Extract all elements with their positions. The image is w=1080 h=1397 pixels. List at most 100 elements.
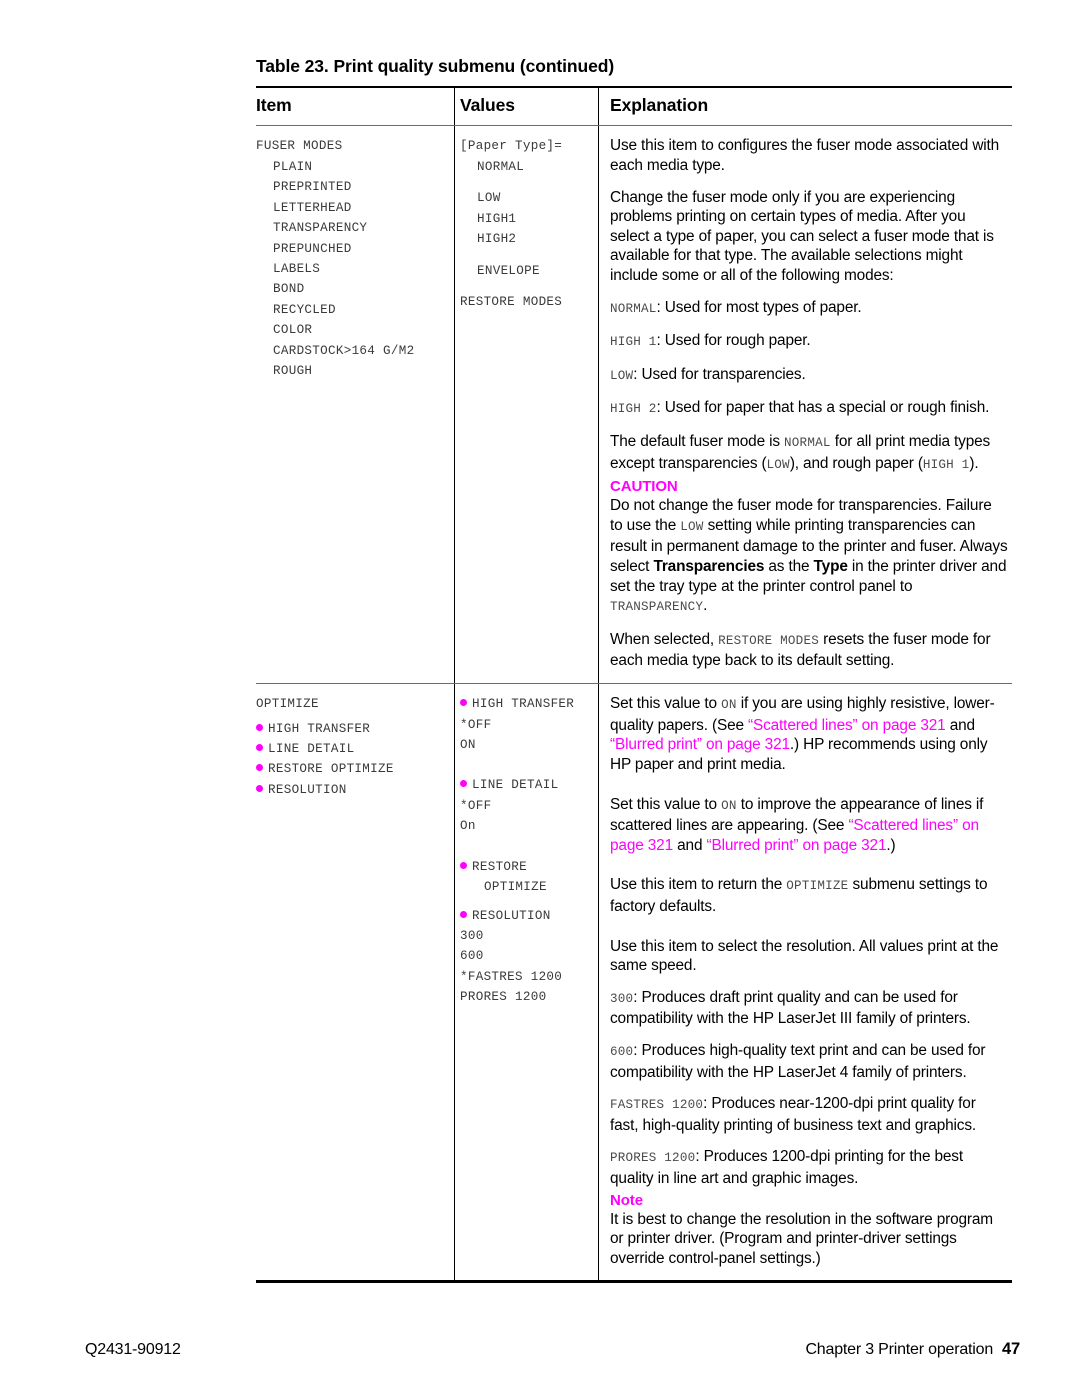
cell-explanation-fuser-modes: Use this item to configures the fuser mo…	[598, 136, 1012, 670]
line-detail-paragraph: Set this value to ON to improve the appe…	[610, 795, 1008, 856]
explanation-paragraph: Use this item to configures the fuser mo…	[610, 137, 1000, 175]
values-option: PRORES 1200	[460, 990, 547, 1005]
code-high1: HIGH 1	[610, 335, 657, 350]
values-bullet-label: LINE DETAIL	[472, 778, 559, 793]
values-option: HIGH1	[477, 211, 517, 226]
mode-normal-line: NORMAL: Used for most types of paper.	[610, 298, 1008, 320]
caution-text-c: as the	[764, 557, 814, 575]
item-option: LETTERHEAD	[273, 200, 352, 215]
table-row: OPTIMIZE HIGH TRANSFER LINE DETAIL RESTO…	[256, 684, 1012, 1281]
mode-low-line: LOW: Used for transparencies.	[610, 365, 1008, 387]
caution-bold-type: Type	[813, 557, 848, 575]
restore-optimize-paragraph: Use this item to return the OPTIMIZE sub…	[610, 875, 1008, 916]
link-blurred-print[interactable]: “Blurred print” on page 321	[610, 736, 790, 753]
table-header-row: Item Values Explanation	[256, 88, 1012, 126]
ro-text-a: Use this item to return the	[610, 876, 787, 894]
item-option: PREPUNCHED	[273, 241, 352, 256]
item-option: TRANSPARENCY	[273, 221, 368, 236]
header-explanation: Explanation	[610, 95, 709, 116]
table-row: FUSER MODES PLAIN PREPRINTED LETTERHEAD …	[256, 126, 1012, 683]
default-text-c: ), and rough paper (	[789, 454, 923, 472]
res-300-line: 300: Produces draft print quality and ca…	[610, 988, 1008, 1029]
res-fastres-line: FASTRES 1200: Produces near-1200-dpi pri…	[610, 1094, 1008, 1135]
code-high2: HIGH 2	[610, 402, 657, 417]
footer-part-number: Q2431-90912	[85, 1341, 181, 1358]
print-quality-submenu-table: Item Values Explanation FUSER MODES PLAI…	[256, 86, 1012, 1283]
default-mode-paragraph: The default fuser mode is NORMAL for all…	[610, 432, 1008, 475]
header-values: Values	[460, 95, 515, 116]
column-divider-2	[598, 88, 600, 126]
note-paragraph: It is best to change the resolution in t…	[610, 1210, 993, 1267]
code-fastres-1200: FASTRES 1200	[610, 1098, 704, 1113]
values-title: [Paper Type]=	[460, 139, 563, 154]
ld-text-d: .)	[886, 836, 896, 854]
code-caution-low: LOW	[680, 519, 704, 534]
values-bullet-row: HIGH TRANSFER	[460, 694, 592, 714]
values-option: LOW	[477, 191, 501, 206]
values-bullet-label: RESOLUTION	[472, 908, 551, 923]
code-default-normal: NORMAL	[784, 436, 831, 451]
link-scattered-lines[interactable]: “Scattered lines” on page 321	[748, 717, 946, 734]
ld-text-a: Set this value to	[610, 795, 722, 813]
mode-high1-text: : Used for rough paper.	[656, 332, 811, 350]
table-bottom-rule	[256, 1280, 1012, 1283]
values-restore-modes: RESTORE MODES	[460, 294, 563, 309]
item-bullet-row: RESOLUTION	[256, 780, 446, 800]
cell-values-fuser-modes: [Paper Type]= NORMAL LOW HIGH1 HIGH2 ENV…	[454, 136, 598, 670]
ht-text-c: and	[945, 716, 975, 734]
footer-chapter-group: Chapter 3 Printer operation 47	[805, 1340, 1020, 1359]
cell-item-fuser-modes: FUSER MODES PLAIN PREPRINTED LETTERHEAD …	[256, 136, 454, 670]
high-transfer-paragraph: Set this value to ON if you are using hi…	[610, 694, 1008, 774]
values-option: ENVELOPE	[477, 263, 540, 278]
item-bullet-row: LINE DETAIL	[256, 739, 446, 759]
code-on: ON	[721, 698, 737, 713]
values-option: *FASTRES 1200	[460, 969, 563, 984]
code-300: 300	[610, 991, 634, 1006]
item-bullet-label: RESOLUTION	[268, 782, 347, 797]
code-normal: NORMAL	[610, 301, 657, 316]
mode-high2-line: HIGH 2: Used for paper that has a specia…	[610, 398, 1008, 420]
cell-explanation-optimize: Set this value to ON if you are using hi…	[598, 694, 1012, 1268]
values-option: 300	[460, 928, 484, 943]
bullet-dot-icon	[256, 784, 263, 792]
values-bullet-label: RESTORE	[472, 859, 528, 874]
default-text-a: The default fuser mode is	[610, 433, 785, 451]
values-option: NORMAL	[477, 159, 525, 174]
code-600: 600	[610, 1044, 634, 1059]
bullet-dot-icon	[256, 744, 263, 752]
footer-chapter-title: Chapter 3 Printer operation	[805, 1341, 994, 1358]
res-600-line: 600: Produces high-quality text print an…	[610, 1041, 1008, 1082]
bullet-dot-icon	[460, 780, 467, 788]
values-bullet-row: RESOLUTION	[460, 906, 592, 926]
bullet-dot-icon	[460, 861, 467, 869]
item-title: OPTIMIZE	[256, 697, 319, 712]
bullet-dot-icon	[256, 723, 263, 731]
code-transparency: TRANSPARENCY	[610, 600, 704, 615]
code-on: ON	[721, 798, 737, 813]
code-low: LOW	[610, 368, 634, 383]
values-option: *OFF	[460, 717, 492, 732]
values-bullet-continuation: OPTIMIZE	[484, 880, 547, 895]
item-title: FUSER MODES	[256, 139, 343, 154]
mode-high2-text: : Used for paper that has a special or r…	[656, 399, 990, 417]
ld-text-c: and	[673, 836, 707, 854]
column-divider-2	[598, 684, 600, 1281]
item-option: ROUGH	[273, 363, 313, 378]
bullet-dot-icon	[256, 764, 263, 772]
column-divider-2	[598, 126, 600, 683]
item-bullet-label: RESTORE OPTIMIZE	[268, 762, 394, 777]
item-bullet-label: LINE DETAIL	[268, 742, 355, 757]
item-option: CARDSTOCK>164 G/M2	[273, 343, 415, 358]
item-option: PREPRINTED	[273, 180, 352, 195]
bullet-dot-icon	[460, 910, 467, 918]
mode-normal-text: : Used for most types of paper.	[656, 298, 862, 316]
item-bullet-label: HIGH TRANSFER	[268, 721, 371, 736]
column-divider-1	[454, 684, 456, 1281]
code-restore-modes: RESTORE MODES	[718, 633, 819, 648]
default-text-d: ).	[969, 454, 979, 472]
page-footer: Q2431-90912 Chapter 3 Printer operation …	[85, 1340, 1020, 1359]
caution-text-e: .	[703, 597, 708, 615]
item-option: LABELS	[273, 261, 321, 276]
link-blurred-print[interactable]: “Blurred print” on page 321	[706, 837, 886, 854]
header-item: Item	[256, 95, 292, 116]
